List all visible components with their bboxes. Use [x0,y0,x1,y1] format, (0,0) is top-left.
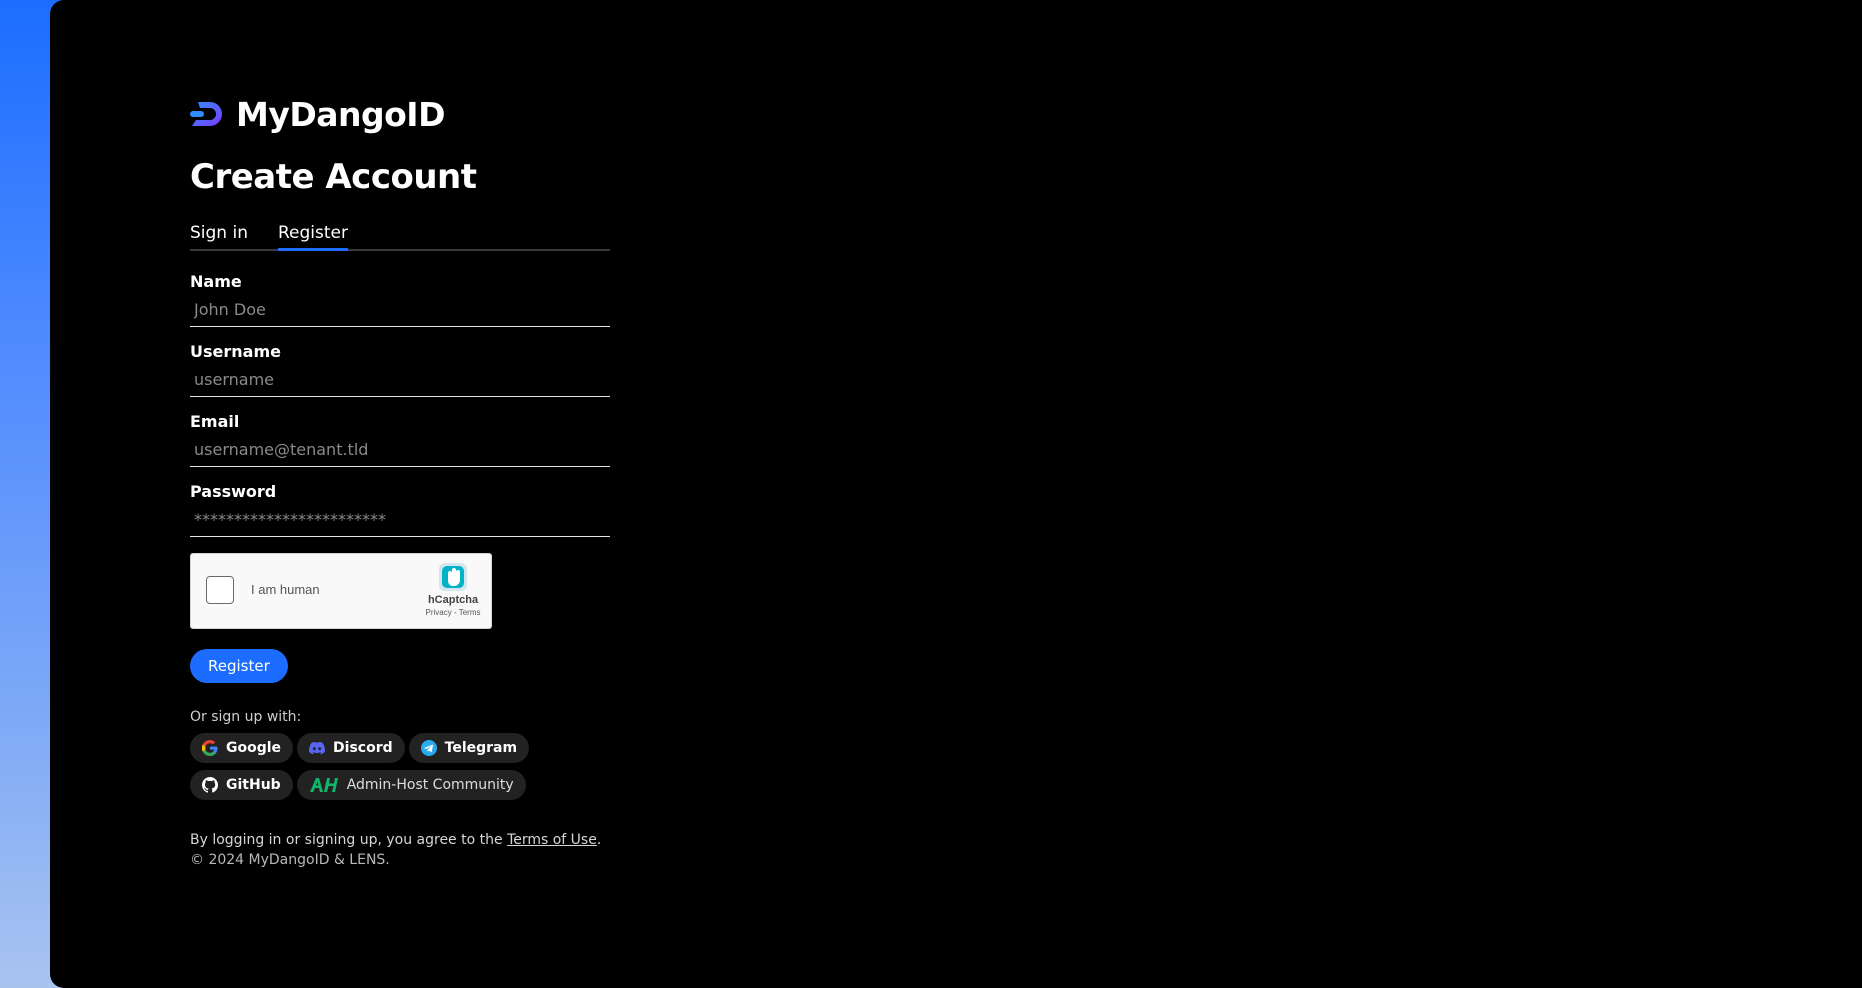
alt-signup-label: Or sign up with: [190,709,302,725]
auth-tabs: Sign in Register [190,219,610,251]
page-title: Create Account [190,157,477,197]
name-field: Name [190,271,610,327]
telegram-label: Telegram [444,740,518,756]
copyright: © 2024 MyDangoID & LENS. [190,852,390,868]
provider-list: Google Discord Telegram GitHub Admin-Hos… [190,733,610,800]
tab-sign-in[interactable]: Sign in [190,219,248,249]
tab-register[interactable]: Register [277,219,348,251]
terms-of-use-link[interactable]: Terms of Use [507,832,597,848]
telegram-button[interactable]: Telegram [408,733,530,763]
github-icon [202,777,218,793]
username-label: Username [190,342,281,361]
register-form-container: MyDangoID Create Account Sign in Registe… [190,95,610,870]
username-field: Username [190,341,610,397]
github-button[interactable]: GitHub [190,770,293,800]
username-input[interactable] [190,363,610,397]
captcha-label: I am human [251,582,320,597]
captcha-brand: hCaptcha Privacy - Terms [425,561,481,617]
captcha-links[interactable]: Privacy - Terms [425,608,481,617]
legal-notice: By logging in or signing up, you agree t… [190,830,610,870]
password-field: Password [190,481,610,537]
discord-icon [309,740,326,756]
hcaptcha-widget: I am human hCaptcha Privacy - Terms [190,553,492,629]
terms-line: By logging in or signing up, you agree t… [190,830,610,850]
brand-name: MyDangoID [236,94,445,134]
google-button[interactable]: Google [190,733,294,763]
google-icon [202,740,218,756]
captcha-brand-name: hCaptcha [427,594,479,606]
hcaptcha-logo-icon [439,563,467,591]
github-label: GitHub [226,777,281,793]
password-input[interactable] [190,503,610,537]
telegram-icon [420,740,437,756]
discord-label: Discord [333,740,393,756]
admin-host-icon [309,777,339,793]
terms-prefix: By logging in or signing up, you agree t… [190,832,508,848]
brand: MyDangoID [190,94,610,134]
register-button[interactable]: Register [190,649,288,683]
discord-button[interactable]: Discord [297,733,405,763]
email-label: Email [190,412,240,431]
name-label: Name [190,272,242,291]
password-label: Password [190,482,277,501]
admin-host-label: Admin-Host Community [346,777,514,793]
google-label: Google [226,740,282,756]
name-input[interactable] [190,293,610,327]
main-panel: MyDangoID Create Account Sign in Registe… [50,0,1862,988]
email-input[interactable] [190,433,610,467]
brand-logo-icon [190,102,222,126]
email-field: Email [190,411,610,467]
terms-suffix: . [596,832,602,848]
captcha-checkbox[interactable] [206,576,234,604]
admin-host-button[interactable]: Admin-Host Community [296,770,526,800]
